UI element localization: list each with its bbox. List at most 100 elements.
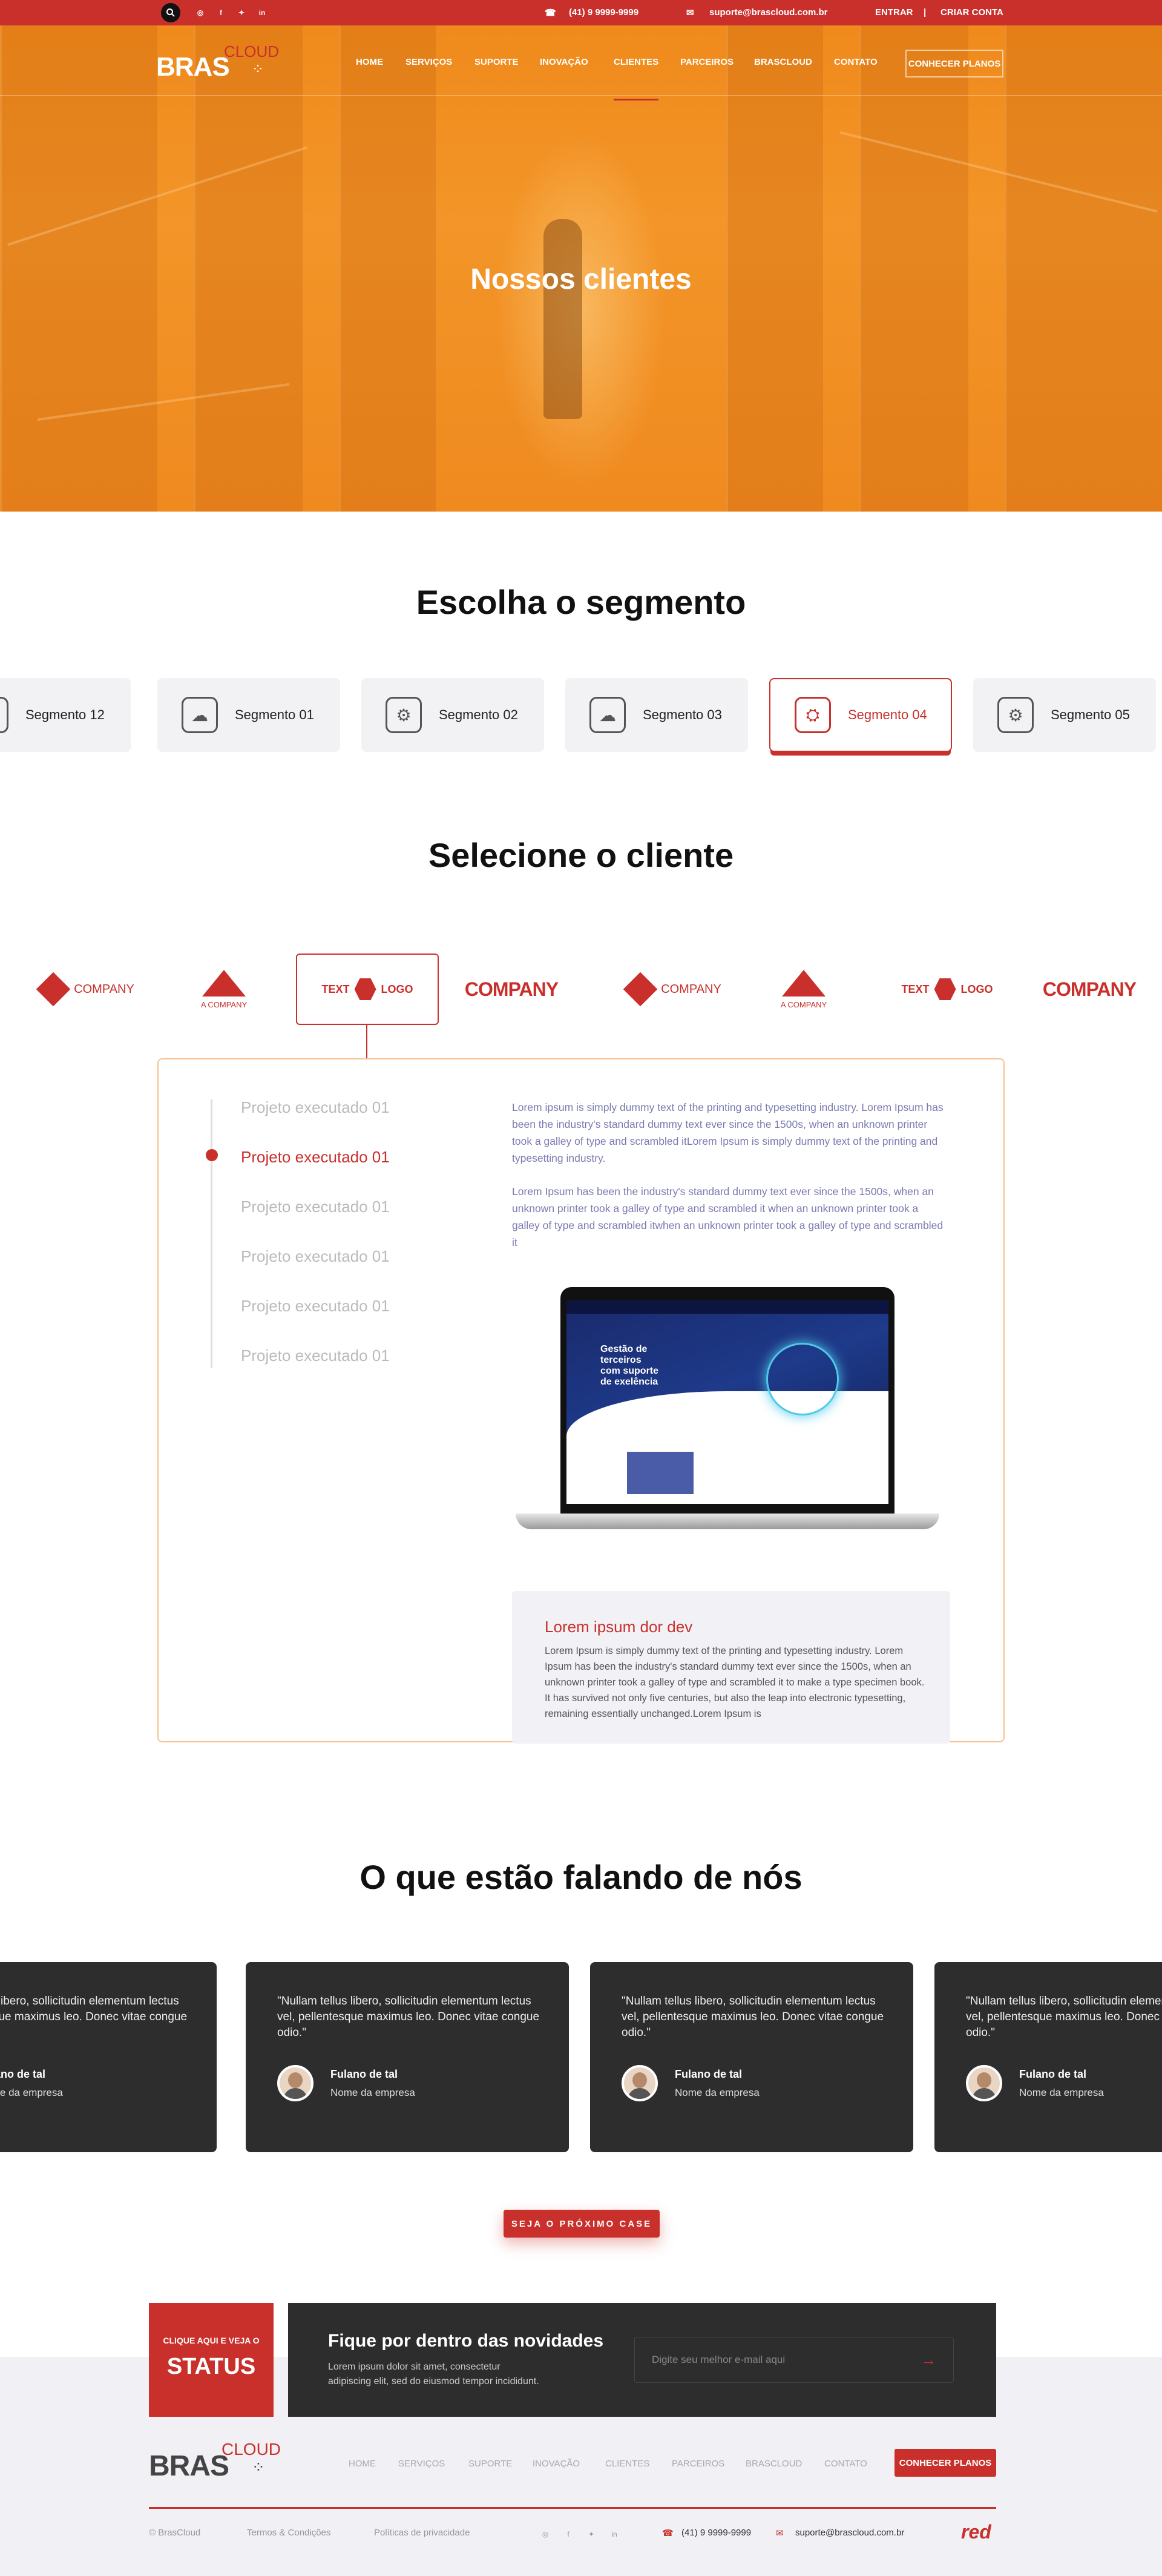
client-logo[interactable]: COMPANY <box>1041 954 1138 1025</box>
testimonial-card: "Nullam tellus libero, sollicitudin elem… <box>934 1962 1162 2152</box>
instagram-icon[interactable]: ◎ <box>195 7 206 18</box>
plans-button[interactable]: CONHECER PLANOS <box>905 50 1003 77</box>
laptop-base <box>516 1514 939 1529</box>
client-logo[interactable]: A COMPANY <box>176 954 272 1025</box>
monitor-gear-icon: ⚙ <box>386 697 422 733</box>
client-logo[interactable]: COMPANY <box>24 954 151 1025</box>
client-logo-active[interactable]: TEXT LOGO <box>296 954 439 1025</box>
project-item[interactable]: Projeto executado 01 <box>241 1346 390 1365</box>
twitter-icon[interactable]: ✦ <box>586 2529 597 2540</box>
segment-card[interactable]: ⚙ Segmento 02 <box>361 678 544 752</box>
phone-icon: ☎ <box>662 2528 674 2538</box>
segment-card[interactable]: ☁ Segmento 12 <box>0 678 131 752</box>
project-item[interactable]: Projeto executado 01 <box>241 1297 390 1316</box>
status-button[interactable]: CLIQUE AQUI E VEJA O STATUS <box>149 2303 274 2417</box>
testimonial-company: Nome da empresa <box>675 2087 760 2098</box>
footer-terms-link[interactable]: Termos & Condições <box>247 2528 330 2538</box>
footer-plans-button[interactable]: CONHECER PLANOS <box>894 2449 996 2477</box>
client-logo-text: COMPANY <box>464 978 559 1000</box>
newsletter-placeholder: Digite seu melhor e-mail aqui <box>652 2354 786 2365</box>
nav-contato[interactable]: CONTATO <box>834 57 878 67</box>
newsletter-email-input[interactable]: Digite seu melhor e-mail aqui → <box>634 2337 954 2383</box>
testimonial-quote: "Nullam tellus libero, sollicitudin elem… <box>0 1995 188 2023</box>
testimonial-card: "Nullam tellus libero, sollicitudin elem… <box>590 1962 913 2152</box>
footer-nav-contato[interactable]: CONTATO <box>824 2459 867 2469</box>
footer-email[interactable]: suporte@brascloud.com.br <box>795 2528 904 2538</box>
footer-logo[interactable]: BRAS CLOUD ⁘ <box>149 2440 282 2482</box>
mail-icon: ✉ <box>776 2528 784 2538</box>
segment-card-active[interactable]: ⛭ Segmento 04 <box>769 678 952 752</box>
arrow-right-icon[interactable]: → <box>921 2351 936 2370</box>
footer-nav-brascloud[interactable]: BRASCLOUD <box>746 2459 802 2469</box>
footer-copyright: © BrasCloud <box>149 2528 201 2538</box>
agency-credit[interactable]: red <box>961 2521 991 2543</box>
client-logo[interactable]: TEXT LOGO <box>896 954 999 1025</box>
linkedin-icon[interactable]: in <box>257 7 268 18</box>
testimonial-quote: "Nullam tellus libero, sollicitudin elem… <box>966 1995 1162 2039</box>
client-logo[interactable]: COMPANY <box>611 954 738 1025</box>
project-item-active[interactable]: Projeto executado 01 <box>241 1148 390 1167</box>
login-link[interactable]: ENTRAR <box>875 7 913 18</box>
footer-nav-suporte[interactable]: SUPORTE <box>468 2459 512 2469</box>
segment-label: Segmento 02 <box>439 707 518 722</box>
footer-nav-clientes[interactable]: CLIENTES <box>605 2459 649 2469</box>
facebook-icon[interactable]: f <box>563 2529 574 2540</box>
cloud-network-icon: ☁ <box>182 697 218 733</box>
timeline-active-dot <box>206 1149 218 1161</box>
status-big-label: STATUS <box>166 2354 256 2379</box>
laptop-site-header <box>566 1300 888 1314</box>
nav-suporte[interactable]: SUPORTE <box>474 57 519 67</box>
footer-nav-servicos[interactable]: SERVIÇOS <box>398 2459 445 2469</box>
project-item[interactable]: Projeto executado 01 <box>241 1098 390 1117</box>
client-logo[interactable]: COMPANY <box>464 954 559 1025</box>
avatar <box>277 2065 313 2101</box>
nav-brascloud[interactable]: BRASCLOUD <box>754 57 812 67</box>
cloud-icon: ☁ <box>0 697 8 733</box>
nav-servicos[interactable]: SERVIÇOS <box>405 57 452 67</box>
topbar-phone[interactable]: (41) 9 9999-9999 <box>569 7 638 18</box>
footer-phone[interactable]: (41) 9 9999-9999 <box>681 2528 751 2538</box>
hero-banner: Nossos clientes <box>0 25 1162 512</box>
mail-icon: ✉ <box>686 8 694 18</box>
client-logo-text: A COMPANY <box>780 1000 827 1009</box>
avatar <box>966 2065 1002 2101</box>
topbar-email[interactable]: suporte@brascloud.com.br <box>709 7 828 18</box>
segments-title: Escolha o segmento <box>416 583 746 621</box>
project-detail-title: Lorem ipsum dor dev <box>545 1618 693 1636</box>
project-item[interactable]: Projeto executado 01 <box>241 1197 390 1216</box>
monitor-gear-icon: ⚙ <box>997 697 1034 733</box>
diamond-logo-icon <box>36 972 71 1007</box>
facebook-icon[interactable]: f <box>215 7 226 18</box>
footer-nav-inovacao[interactable]: INOVAÇÃO <box>533 2459 580 2469</box>
segment-card[interactable]: ☁ Segmento 01 <box>157 678 340 752</box>
signup-link[interactable]: CRIAR CONTA <box>940 7 1003 18</box>
project-paragraph: Lorem ipsum is simply dummy text of the … <box>512 1101 944 1164</box>
nav-parceiros[interactable]: PARCEIROS <box>680 57 734 67</box>
segment-card[interactable]: ☁ Segmento 03 <box>565 678 748 752</box>
client-logo[interactable]: A COMPANY <box>755 954 852 1025</box>
nav-clientes[interactable]: CLIENTES <box>614 57 659 100</box>
testimonial-name: Fulano de tal <box>330 2068 398 2080</box>
next-case-button[interactable]: SEJA O PRÓXIMO CASE <box>504 2210 660 2238</box>
search-button[interactable] <box>161 3 180 22</box>
segment-card[interactable]: ⚙ Segmento 05 <box>973 678 1156 752</box>
brand-sub: CLOUD <box>222 2440 281 2459</box>
diamond-logo-icon <box>623 972 658 1007</box>
testimonial-name: Fulano de tal <box>1019 2068 1087 2080</box>
newsletter-text: Lorem ipsum dolor sit amet, consectetur … <box>328 2362 539 2387</box>
footer-privacy-link[interactable]: Políticas de privacidade <box>374 2528 470 2538</box>
topbar-separator: | <box>924 7 927 18</box>
footer-nav-parceiros[interactable]: PARCEIROS <box>672 2459 724 2469</box>
instagram-icon[interactable]: ◎ <box>540 2529 551 2540</box>
brand-logo[interactable]: BRAS CLOUD ⁘ <box>156 42 283 85</box>
testimonials-title: O que estão falando de nós <box>359 1858 803 1896</box>
twitter-icon[interactable]: ✦ <box>236 7 247 18</box>
linkedin-icon[interactable]: in <box>609 2529 620 2540</box>
nav-inovacao[interactable]: INOVAÇÃO <box>540 57 588 67</box>
testimonial-quote: "Nullam tellus libero, sollicitudin elem… <box>277 1995 540 2039</box>
nav-home[interactable]: HOME <box>356 57 383 67</box>
project-detail-box: Lorem ipsum dor dev Lorem Ipsum is simpl… <box>512 1591 950 1744</box>
project-item[interactable]: Projeto executado 01 <box>241 1247 390 1266</box>
footer-nav-home[interactable]: HOME <box>349 2459 376 2469</box>
brand-name: BRAS <box>156 52 230 82</box>
